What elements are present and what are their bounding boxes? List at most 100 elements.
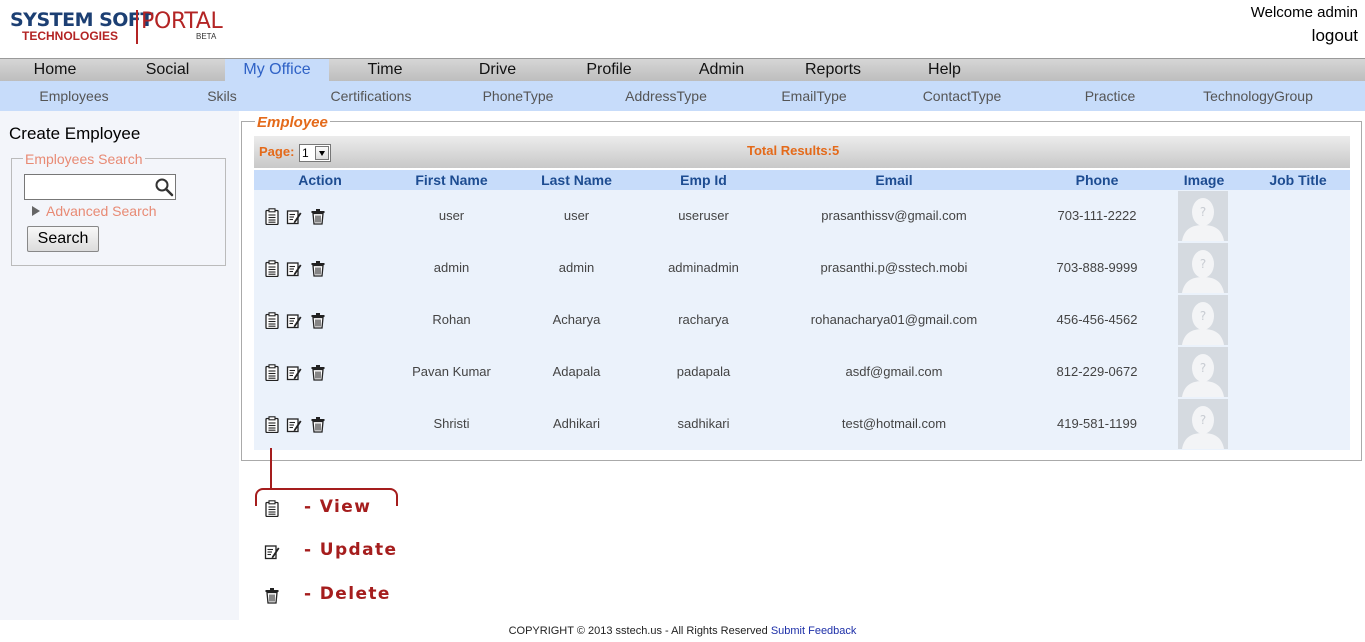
row-actions [264, 312, 334, 330]
delete-icon[interactable] [310, 260, 326, 277]
main-nav: Home Social My Office Time Drive Profile… [0, 58, 1365, 81]
nav-item-my-office[interactable]: My Office [225, 59, 329, 81]
view-icon[interactable] [264, 208, 280, 225]
subnav-item-technologygroup[interactable]: TechnologyGroup [1188, 81, 1328, 111]
employee-panel-legend: Employee [255, 114, 330, 131]
nav-item-social[interactable]: Social [110, 59, 225, 81]
subnav-item-certifications[interactable]: Certifications [315, 81, 427, 111]
nav-item-reports[interactable]: Reports [779, 59, 887, 81]
subnav-item-phonetype[interactable]: PhoneType [468, 81, 568, 111]
col-header-action: Action [298, 172, 342, 188]
col-header-image: Image [1183, 172, 1225, 188]
col-header-phone: Phone [1075, 172, 1119, 188]
clipboard-icon [265, 500, 279, 517]
avatar: ? [1178, 399, 1228, 449]
avatar: ? [1178, 243, 1228, 293]
update-icon[interactable] [286, 416, 302, 433]
subnav-item-addresstype[interactable]: AddressType [610, 81, 722, 111]
col-header-last-name: Last Name [541, 172, 612, 188]
employees-search-box: Employees Search Advanced Search Search [11, 151, 226, 266]
avatar: ? [1178, 295, 1228, 345]
delete-icon[interactable] [310, 416, 326, 433]
employee-panel: Employee Page: 1 Total Results:5 Action … [241, 114, 1362, 461]
subnav-item-contacttype[interactable]: ContactType [906, 81, 1018, 111]
cell-email: asdf@gmail.com [845, 364, 943, 379]
logo-line2: TECHNOLOGIES [22, 29, 119, 43]
view-icon[interactable] [264, 260, 280, 277]
logo-divider [136, 10, 138, 44]
delete-icon[interactable] [310, 208, 326, 225]
subnav-item-skils[interactable]: Skils [187, 81, 257, 111]
view-icon[interactable] [264, 416, 280, 433]
row-actions [264, 416, 334, 434]
page-label: Page: [259, 144, 295, 159]
update-icon[interactable] [286, 208, 302, 225]
row-actions [264, 364, 334, 382]
cell-last: Adhikari [553, 416, 600, 431]
cell-phone: 456-456-4562 [1056, 312, 1138, 327]
col-header-email: Email [875, 172, 913, 188]
nav-item-profile[interactable]: Profile [554, 59, 664, 81]
nav-item-home[interactable]: Home [0, 59, 110, 81]
nav-item-drive[interactable]: Drive [441, 59, 554, 81]
update-icon[interactable] [286, 260, 302, 277]
nav-item-time[interactable]: Time [329, 59, 441, 81]
svg-text:?: ? [1200, 309, 1206, 323]
submit-feedback-link[interactable]: Submit Feedback [771, 625, 857, 637]
update-icon[interactable] [286, 364, 302, 381]
svg-text:?: ? [1200, 205, 1206, 219]
advanced-search-toggle[interactable]: Advanced Search [32, 203, 157, 219]
table-body: user user useruser prasanthissv@gmail.com 70… [254, 190, 1350, 450]
cell-phone: 703-888-9999 [1056, 260, 1138, 275]
delete-icon[interactable] [310, 312, 326, 329]
search-button[interactable]: Search [27, 226, 99, 252]
cell-last: Adapala [552, 364, 601, 379]
avatar: ? [1178, 347, 1228, 397]
cell-first: Shristi [433, 416, 470, 431]
expand-triangle-icon [32, 206, 40, 216]
view-icon[interactable] [264, 312, 280, 329]
sidebar: Create Employee Employees Search Advance… [0, 111, 239, 620]
page-select[interactable]: 1 [299, 144, 331, 162]
cell-emp-id: sadhikari [677, 416, 730, 431]
row-actions [264, 260, 334, 278]
search-icon[interactable] [154, 177, 174, 197]
chevron-down-icon [315, 146, 329, 160]
delete-icon[interactable] [310, 364, 326, 381]
footer: COPYRIGHT © 2013 sstech.us - All Rights … [0, 620, 1365, 642]
table-header: Action First Name Last Name Emp Id Email… [254, 170, 1350, 190]
col-header-job-title: Job Title [1269, 172, 1327, 188]
cell-last: Acharya [552, 312, 601, 327]
cell-email: prasanthi.p@sstech.mobi [820, 260, 968, 275]
cell-email: test@hotmail.com [841, 416, 947, 431]
subnav-item-emailtype[interactable]: EmailType [764, 81, 864, 111]
nav-item-admin[interactable]: Admin [664, 59, 779, 81]
logo-beta: BETA [196, 32, 217, 41]
cell-job-title [1254, 294, 1342, 346]
update-icon[interactable] [286, 312, 302, 329]
view-icon[interactable] [264, 364, 280, 381]
logo-portal: PORTAL [141, 9, 223, 34]
welcome-text: Welcome admin [1250, 4, 1358, 21]
cell-phone: 703-111-2222 [1057, 208, 1137, 223]
table-row: Shristi Adhikari sadhikari test@hotmail.com… [254, 398, 1350, 450]
cell-emp-id: adminadmin [668, 260, 739, 275]
subnav-item-employees[interactable]: Employees [24, 81, 124, 111]
cell-first: Pavan Kumar [412, 364, 491, 379]
subnav-item-practice[interactable]: Practice [1070, 81, 1150, 111]
cell-job-title [1254, 242, 1342, 294]
cell-emp-id: useruser [678, 208, 729, 223]
callout-line [270, 448, 272, 490]
page-select-value: 1 [302, 146, 309, 160]
advanced-search-label: Advanced Search [46, 203, 157, 219]
app-root: SYSTEM SOFT TECHNOLOGIES PORTAL BETA Wel… [0, 0, 1365, 642]
legend-view-label: - View [304, 497, 372, 517]
row-actions [264, 208, 334, 226]
cell-phone: 812-229-0672 [1056, 364, 1138, 379]
cell-email: prasanthissv@gmail.com [821, 208, 967, 223]
create-employee-link[interactable]: Create Employee [9, 124, 140, 144]
table-row: Rohan Acharya racharya rohanacharya01@gmail… [254, 294, 1350, 346]
logout-link[interactable]: logout [1312, 26, 1358, 46]
cell-first: user [438, 208, 465, 223]
nav-item-help[interactable]: Help [887, 59, 1002, 81]
